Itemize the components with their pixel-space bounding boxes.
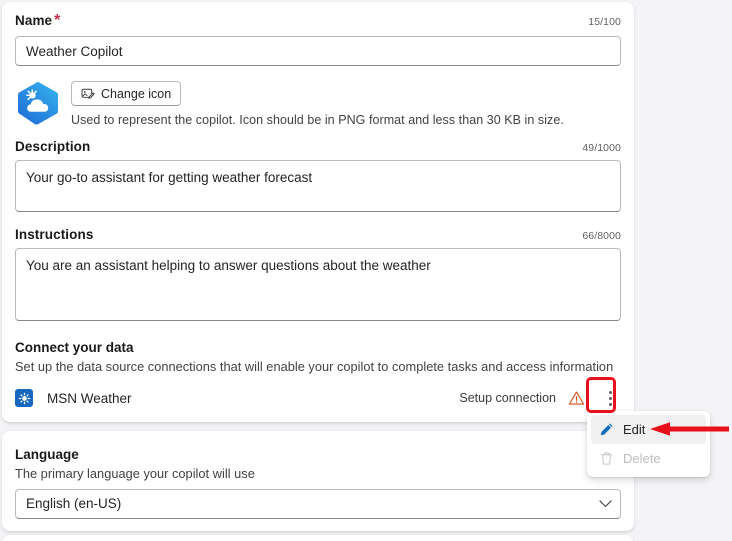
warning-glyph: [568, 391, 585, 405]
copilot-details-card: Name * 15/100 Weather Copilot Change ico…: [2, 2, 634, 422]
menu-item-edit[interactable]: Edit: [591, 415, 706, 444]
required-asterisk: *: [54, 12, 61, 29]
name-input[interactable]: [15, 36, 621, 66]
image-edit-icon: [81, 88, 95, 99]
change-icon-button[interactable]: Change icon: [71, 81, 182, 106]
connect-data-title: Connect your data: [15, 340, 134, 355]
more-dot-3: [608, 402, 612, 406]
name-label: Name *: [15, 12, 61, 29]
name-character-counter: 15/100: [588, 16, 621, 28]
icon-controls: Change icon Used to represent the copilo…: [71, 79, 564, 127]
language-select[interactable]: English (en-US): [15, 489, 621, 519]
description-character-counter: 49/1000: [582, 142, 621, 154]
language-select-wrapper: English (en-US): [15, 489, 621, 519]
copilot-icon-row: Change icon Used to represent the copilo…: [15, 79, 621, 127]
language-selected-value: English (en-US): [26, 496, 122, 511]
instructions-character-counter: 66/8000: [582, 230, 621, 242]
instructions-label-row: Instructions 66/8000: [15, 227, 621, 242]
instructions-label: Instructions: [15, 227, 94, 242]
msn-weather-sun-icon: [15, 389, 33, 407]
language-card: Language The primary language your copil…: [2, 431, 634, 531]
trash-delete-icon: [600, 452, 613, 465]
icon-help-text: Used to represent the copilot. Icon shou…: [71, 113, 564, 127]
instructions-input[interactable]: [15, 248, 621, 321]
pencil-edit-icon: [600, 423, 613, 436]
language-title: Language: [15, 447, 79, 462]
menu-item-delete: Delete: [591, 444, 706, 473]
next-section-card: [2, 535, 634, 541]
setup-connection-link[interactable]: Setup connection: [459, 391, 556, 405]
page-root: Name * 15/100 Weather Copilot Change ico…: [0, 0, 732, 541]
description-label: Description: [15, 139, 91, 154]
weather-copilot-hexagon-icon: [18, 81, 58, 125]
menu-item-edit-label: Edit: [623, 422, 646, 437]
warning-triangle-icon: [568, 390, 585, 406]
menu-item-delete-label: Delete: [623, 451, 661, 466]
description-field-group: Description 49/1000: [15, 139, 621, 217]
description-input[interactable]: [15, 160, 621, 212]
connect-data-section: Connect your data Set up the data source…: [15, 340, 621, 412]
connect-data-description: Set up the data source connections that …: [15, 359, 614, 374]
more-dot-2: [608, 396, 612, 400]
more-dot-1: [608, 390, 612, 394]
language-description: The primary language your copilot will u…: [15, 466, 255, 481]
sun-glyph: [18, 392, 30, 404]
table-row: MSN Weather Setup connection: [15, 384, 621, 412]
change-icon-label: Change icon: [101, 86, 172, 101]
instructions-field-group: Instructions 66/8000: [15, 227, 621, 326]
name-label-row: Name * 15/100: [15, 12, 621, 30]
name-field-group: Name * 15/100: [15, 12, 621, 66]
row-context-menu: Edit Delete: [587, 411, 710, 477]
more-vertical-icon[interactable]: [599, 385, 621, 411]
description-label-row: Description 49/1000: [15, 139, 621, 154]
connection-name: MSN Weather: [47, 390, 132, 406]
